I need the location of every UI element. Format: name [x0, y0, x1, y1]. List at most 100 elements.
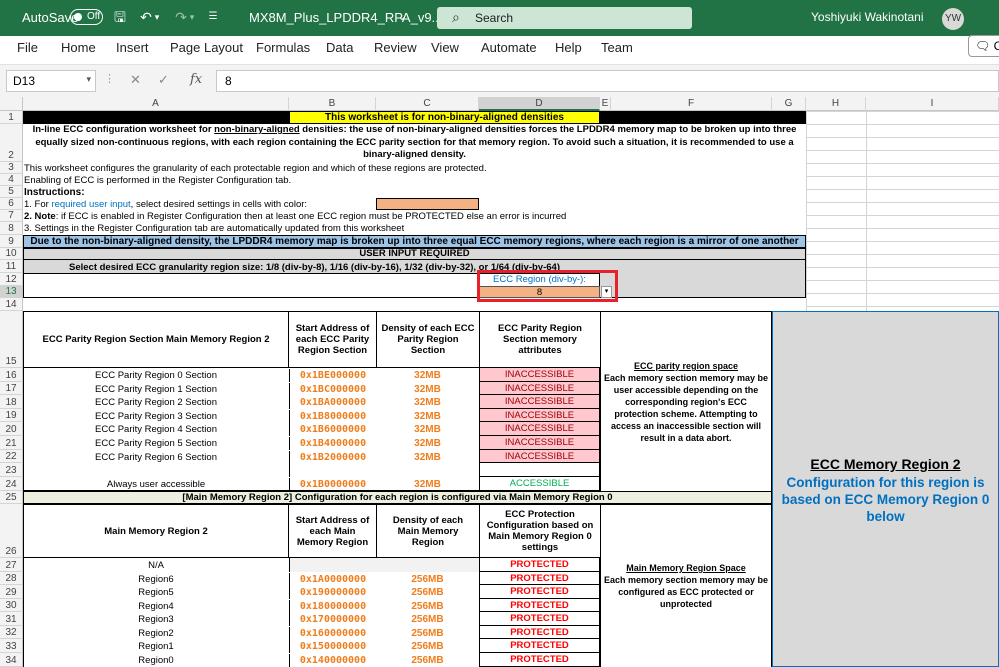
- column-header-f[interactable]: F: [611, 97, 772, 111]
- parity-row-addr: 0x1B4000000: [289, 437, 376, 450]
- tab-review[interactable]: Review: [374, 40, 417, 55]
- row-header[interactable]: 7: [0, 210, 23, 222]
- row-header[interactable]: 27: [0, 558, 23, 572]
- row-header[interactable]: 22: [0, 450, 23, 463]
- main-row-attr: PROTECTED: [479, 612, 600, 626]
- main-note-title: Main Memory Region Space: [626, 563, 746, 573]
- main-note: Main Memory Region Space Each memory sec…: [602, 562, 770, 610]
- main-note-body: Each memory section memory may be config…: [603, 575, 769, 609]
- customize-toolbar-icon[interactable]: ☰: [204, 8, 222, 26]
- always-row-name: Always user accessible: [106, 479, 206, 490]
- main-row-addr: 0x190000000: [289, 586, 376, 599]
- avatar[interactable]: YW: [942, 8, 964, 30]
- row-header[interactable]: 13: [0, 286, 23, 298]
- tab-page-layout[interactable]: Page Layout: [170, 40, 243, 55]
- tab-team[interactable]: Team: [601, 40, 633, 55]
- comments-button[interactable]: 🗨 Co: [968, 35, 999, 57]
- insert-function-icon[interactable]: fx: [190, 72, 202, 87]
- parity-header-start: Start Address of each ECC Parity Region …: [288, 311, 377, 368]
- row-header[interactable]: 34: [0, 653, 23, 667]
- row-header[interactable]: 4: [0, 174, 23, 186]
- row-header[interactable]: 2: [0, 124, 23, 162]
- column-header-h[interactable]: H: [806, 97, 866, 111]
- intro-underlined: non-binary-aligned: [214, 124, 300, 135]
- column-header-g[interactable]: G: [772, 97, 806, 111]
- select-all-corner[interactable]: [0, 97, 23, 111]
- row-header[interactable]: 25: [0, 491, 23, 504]
- row-header[interactable]: 21: [0, 436, 23, 450]
- name-box[interactable]: D13 ▾: [6, 70, 96, 92]
- column-header-b[interactable]: B: [289, 97, 376, 111]
- parity-row-name: ECC Parity Region 1 Section: [95, 384, 217, 395]
- name-box-value: D13: [13, 74, 36, 88]
- row-header[interactable]: 9: [0, 235, 23, 248]
- row-header[interactable]: 20: [0, 422, 23, 436]
- tab-data[interactable]: Data: [326, 40, 353, 55]
- row-header[interactable]: 1: [0, 111, 23, 124]
- parity-row-name: ECC Parity Region 4 Section: [95, 424, 217, 435]
- undo-dropdown-icon[interactable]: ▾: [152, 8, 162, 26]
- enter-icon[interactable]: ✓: [158, 72, 169, 88]
- row-header[interactable]: 10: [0, 248, 23, 260]
- row-header[interactable]: 29: [0, 585, 23, 599]
- column-header-e[interactable]: E: [600, 97, 611, 111]
- redo-dropdown-icon[interactable]: ▾: [187, 8, 197, 26]
- name-box-dropdown-icon[interactable]: ▾: [86, 74, 91, 85]
- row-header[interactable]: 6: [0, 198, 23, 210]
- tab-automate[interactable]: Automate: [481, 40, 537, 55]
- row-header[interactable]: 24: [0, 477, 23, 491]
- tab-home[interactable]: Home: [61, 40, 96, 55]
- main-row-addr: 0x160000000: [289, 627, 376, 640]
- main-na-row-attr: PROTECTED: [479, 558, 600, 572]
- row-header[interactable]: 19: [0, 409, 23, 422]
- parity-row-density: 32MB: [414, 384, 441, 395]
- row-header[interactable]: 26: [0, 504, 23, 558]
- column-header-i[interactable]: I: [866, 97, 999, 111]
- parity-row-addr: 0x1BC000000: [289, 383, 376, 396]
- tab-help[interactable]: Help: [555, 40, 582, 55]
- parity-row-density: 32MB: [414, 411, 441, 422]
- row-header[interactable]: 11: [0, 260, 23, 273]
- main-row-attr: PROTECTED: [479, 599, 600, 612]
- row-header[interactable]: 33: [0, 639, 23, 653]
- row-header[interactable]: 31: [0, 612, 23, 626]
- cancel-icon[interactable]: ✕: [130, 72, 141, 88]
- column-header-c[interactable]: C: [376, 97, 479, 111]
- instruction-2-rest: : if ECC is enabled in Register Configur…: [55, 211, 567, 222]
- blank-cell: [289, 463, 376, 477]
- row-header[interactable]: 18: [0, 395, 23, 409]
- main-row-addr: 0x150000000: [289, 640, 376, 653]
- row-header[interactable]: 17: [0, 382, 23, 395]
- tab-file[interactable]: File: [17, 40, 38, 55]
- parity-row-attr: INACCESSIBLE: [479, 422, 600, 436]
- save-icon[interactable]: 🖫: [111, 8, 129, 26]
- row-header[interactable]: 12: [0, 273, 23, 286]
- tab-formulas[interactable]: Formulas: [256, 40, 310, 55]
- file-name[interactable]: MX8M_Plus_LPDDR4_RPA_v9...: [249, 10, 442, 25]
- autosave-toggle[interactable]: Off: [70, 9, 103, 25]
- row-header[interactable]: 14: [0, 298, 23, 311]
- formula-input[interactable]: 8: [216, 70, 999, 92]
- row-header[interactable]: 23: [0, 463, 23, 477]
- formula-bar: D13 ▾ ⋮ ✕ ✓ fx 8: [0, 64, 999, 97]
- row-header[interactable]: 16: [0, 368, 23, 382]
- instruction-2-bold: 2. Note: [24, 211, 56, 222]
- row-header[interactable]: 30: [0, 599, 23, 612]
- row-header[interactable]: 15: [0, 311, 23, 368]
- row-header[interactable]: 5: [0, 186, 23, 198]
- tab-view[interactable]: View: [431, 40, 459, 55]
- tab-insert[interactable]: Insert: [116, 40, 149, 55]
- parity-row-density: 32MB: [414, 452, 441, 463]
- main-header-start: Start Address of each Main Memory Region: [288, 504, 377, 558]
- column-header-a[interactable]: A: [23, 97, 289, 111]
- row-header[interactable]: 32: [0, 626, 23, 639]
- search-box[interactable]: ⌕ Search: [437, 7, 692, 29]
- main-row-addr: 0x170000000: [289, 613, 376, 626]
- parity-row-attr: INACCESSIBLE: [479, 368, 600, 382]
- row-header[interactable]: 3: [0, 162, 23, 174]
- filename-chevron-icon[interactable]: ⌄: [393, 8, 411, 26]
- formula-bar-grip-icon[interactable]: ⋮: [104, 72, 115, 85]
- row-header[interactable]: 28: [0, 572, 23, 585]
- column-header-d[interactable]: D: [479, 97, 600, 111]
- row-header[interactable]: 8: [0, 222, 23, 235]
